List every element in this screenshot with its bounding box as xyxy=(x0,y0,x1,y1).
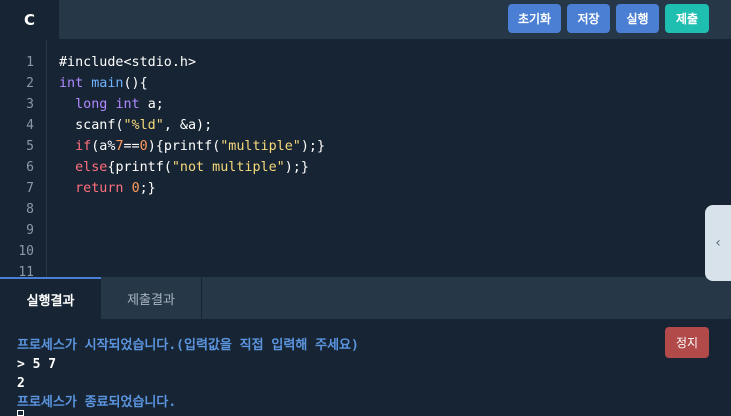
identifier-token: a; xyxy=(147,97,164,112)
string-token: "not multiple" xyxy=(171,160,285,175)
punctuation-token: );} xyxy=(300,139,326,154)
type-token: int xyxy=(59,76,84,91)
editor-toolbar: C 초기화 저장 실행 제출 xyxy=(0,0,731,40)
keyword-token: else xyxy=(75,160,108,175)
console-line: 프로세스가 시작되었습니다.(입력값을 직접 입력해 주세요) xyxy=(17,338,359,353)
collapse-panel-handle[interactable]: ‹ xyxy=(705,205,731,281)
preprocessor-token: #include<stdio.h> xyxy=(59,55,197,70)
string-token: "%ld" xyxy=(123,118,164,133)
line-number: 9 xyxy=(26,223,34,238)
output-console: 프로세스가 시작되었습니다.(입력값을 직접 입력해 주세요) > 5 7 2 … xyxy=(0,320,731,416)
tab-run-result[interactable]: 실행결과 xyxy=(0,277,101,319)
type-token: long xyxy=(75,97,108,112)
function-token: scanf xyxy=(75,118,116,133)
code-line[interactable]: if(a%7==0){printf("multiple");} xyxy=(59,136,325,157)
line-number: 5 xyxy=(26,139,34,154)
code-line[interactable]: return 0;} xyxy=(59,178,156,199)
string-token: "multiple" xyxy=(220,139,301,154)
console-line: > 5 7 xyxy=(17,357,57,372)
number-token: 0 xyxy=(131,181,140,196)
code-line[interactable]: else{printf("not multiple");} xyxy=(59,157,309,178)
punctuation-token: ){ xyxy=(147,139,164,154)
run-button[interactable]: 실행 xyxy=(616,4,659,33)
line-number: 7 xyxy=(26,181,34,196)
number-token: 7 xyxy=(115,139,124,154)
operator-token: == xyxy=(123,139,140,154)
tab-submit-result[interactable]: 제출결과 xyxy=(101,277,202,319)
function-token: main xyxy=(91,76,124,91)
keyword-token: return xyxy=(75,181,124,196)
keyword-token: if xyxy=(75,139,92,154)
line-number: 2 xyxy=(26,76,34,91)
console-cursor[interactable] xyxy=(17,410,24,416)
reset-button[interactable]: 초기화 xyxy=(508,4,561,33)
punctuation-token: ( xyxy=(163,160,172,175)
save-button[interactable]: 저장 xyxy=(567,4,610,33)
code-line[interactable]: #include<stdio.h> xyxy=(59,52,196,73)
code-line[interactable]: scanf("%ld", &a); xyxy=(59,115,212,136)
console-line: 프로세스가 종료되었습니다. xyxy=(17,395,177,410)
line-number: 8 xyxy=(26,202,34,217)
type-token: int xyxy=(115,97,140,112)
punctuation-token: );} xyxy=(284,160,309,175)
punctuation-token: ( xyxy=(115,118,124,133)
code-line[interactable]: long int a; xyxy=(59,94,164,115)
stop-button[interactable]: 정지 xyxy=(665,327,709,358)
line-number: 4 xyxy=(26,118,34,133)
line-number: 10 xyxy=(18,244,34,259)
language-tab[interactable]: C xyxy=(0,0,59,39)
code-line[interactable]: int main(){ xyxy=(59,73,148,94)
punctuation-token: , &a); xyxy=(163,118,213,133)
number-token: 0 xyxy=(139,139,148,154)
code-editor[interactable]: 1 2 3 4 5 6 7 8 9 10 11 #include<stdio.h… xyxy=(0,40,731,277)
line-number: 1 xyxy=(26,55,34,70)
line-number-gutter: 1 2 3 4 5 6 7 8 9 10 11 xyxy=(0,40,47,277)
submit-button[interactable]: 제출 xyxy=(665,4,709,33)
chevron-left-icon: ‹ xyxy=(715,235,721,251)
function-token: printf xyxy=(163,139,213,154)
line-number: 3 xyxy=(26,97,34,112)
punctuation-token: ;} xyxy=(139,181,156,196)
result-tabs: 실행결과 제출결과 xyxy=(0,277,731,320)
punctuation-token: (){ xyxy=(123,76,148,91)
punctuation-token: (a% xyxy=(91,139,116,154)
line-number: 11 xyxy=(18,265,34,277)
function-token: printf xyxy=(115,160,164,175)
line-number: 6 xyxy=(26,160,34,175)
console-line: 2 xyxy=(17,376,25,391)
